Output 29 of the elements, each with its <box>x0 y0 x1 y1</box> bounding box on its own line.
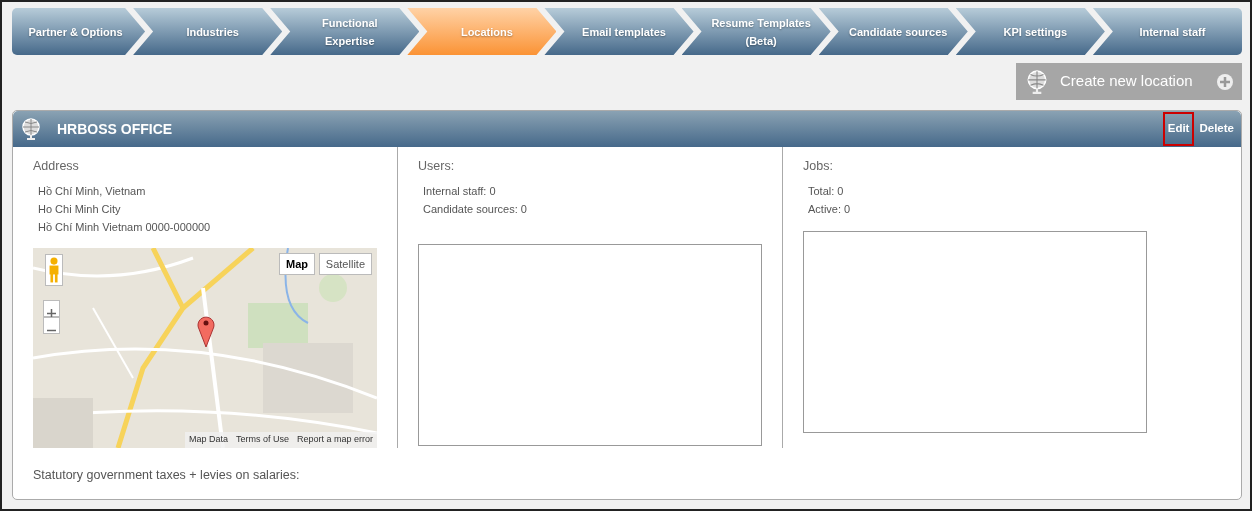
plus-icon <box>1216 72 1234 91</box>
section-heading: Users: <box>418 158 456 175</box>
tab[interactable]: Partner & Options <box>12 8 146 55</box>
info-line: Ho Chi Minh City <box>37 201 122 217</box>
tab[interactable]: Industries <box>133 8 283 55</box>
map-link[interactable]: Map Data <box>188 433 228 447</box>
info-line: Internal staff: 0 <box>422 183 497 199</box>
tab[interactable]: Email templates <box>544 8 694 55</box>
tab[interactable]: Candidate sources <box>818 8 968 55</box>
action-link[interactable]: Edit <box>1162 112 1195 146</box>
tab[interactable]: Functional Expertise <box>270 8 420 55</box>
tab[interactable]: Internal staff <box>1092 8 1242 55</box>
info-line: Active: 0 <box>807 201 852 217</box>
map-link[interactable]: Terms of Use <box>235 433 289 447</box>
tab[interactable]: KPI settings <box>955 8 1105 55</box>
section-heading: Jobs: <box>803 158 834 175</box>
location-name: HRBOSS OFFICE <box>57 119 173 139</box>
section-heading: Address <box>33 158 80 175</box>
map-type-button[interactable]: Map <box>279 252 315 276</box>
info-line: Hồ Chí Minh, Vietnam <box>37 183 147 199</box>
tab[interactable]: Resume Templates (Beta) <box>681 8 831 55</box>
action-link[interactable]: Delete <box>1194 112 1239 146</box>
info-line: Total: 0 <box>807 183 845 199</box>
taxes-label: Statutory government taxes + levies on salaries: <box>32 466 301 484</box>
info-line: Hồ Chí Minh Vietnam 0000-000000 <box>37 219 212 235</box>
map-link[interactable]: Report a map error <box>296 433 373 447</box>
create-location-button[interactable]: Create new location <box>1016 63 1242 100</box>
info-line: Candidate sources: 0 <box>422 201 528 217</box>
globe-icon <box>19 117 43 142</box>
